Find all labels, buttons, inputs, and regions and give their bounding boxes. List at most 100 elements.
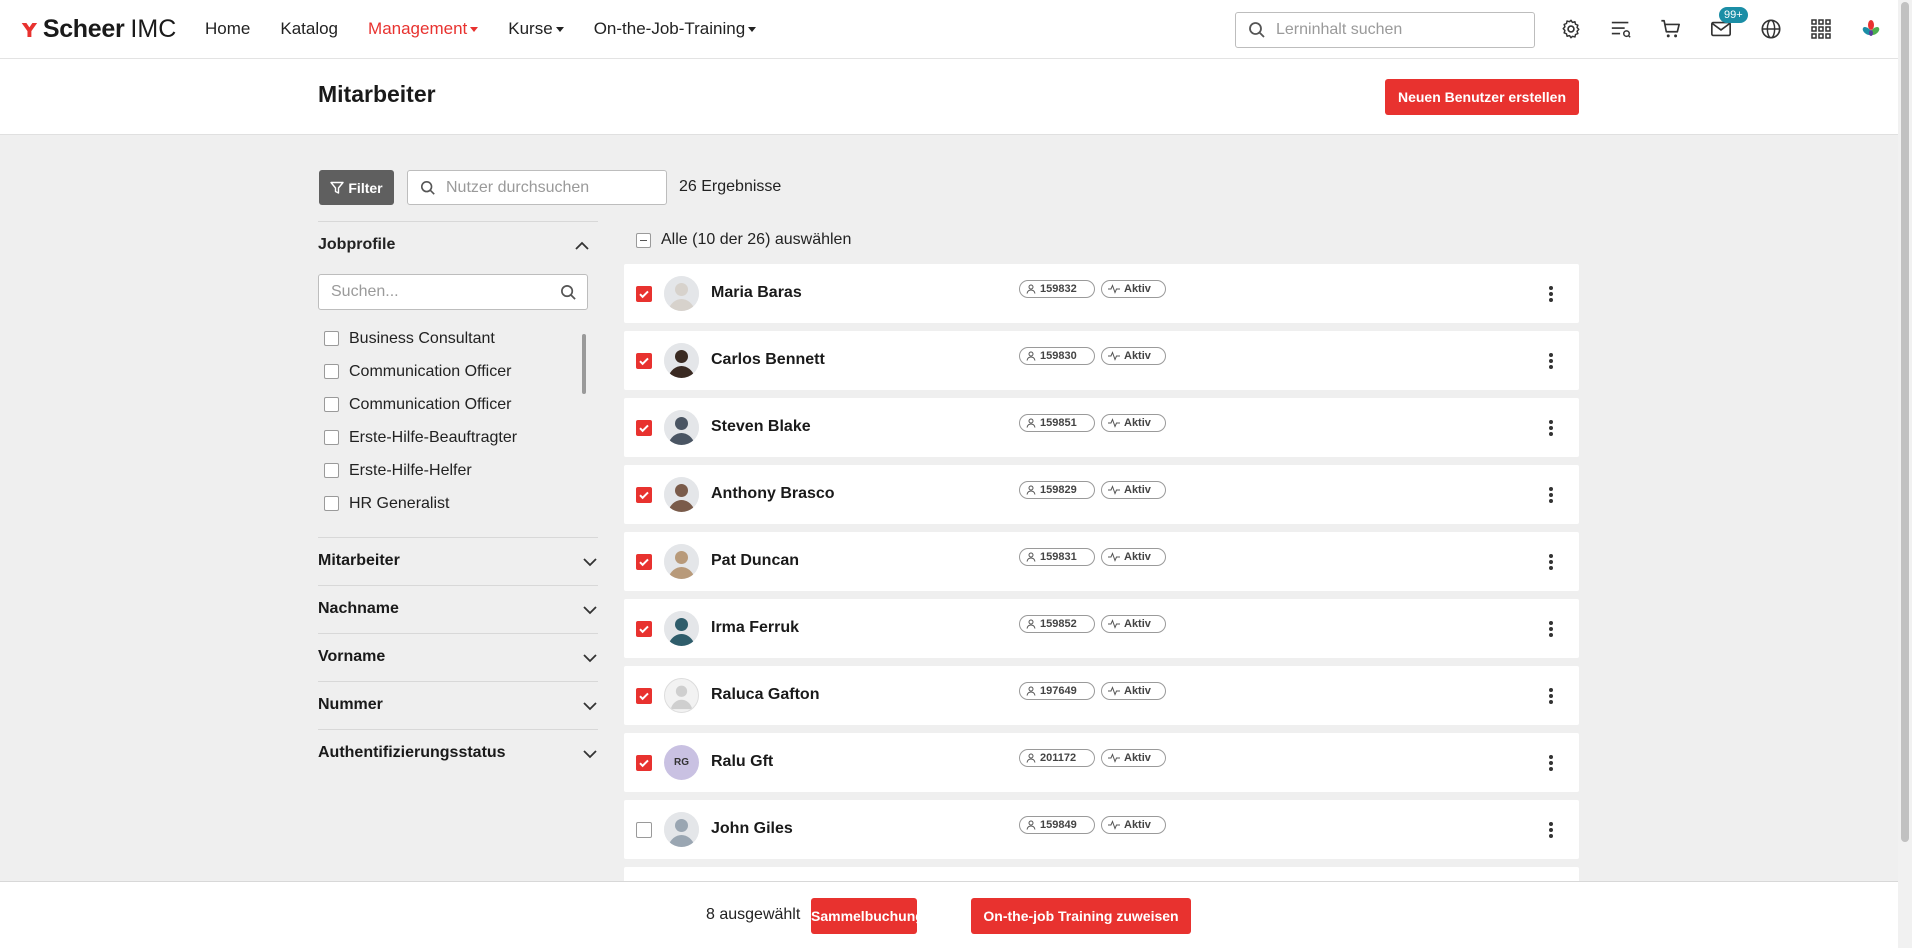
chevron-up-icon[interactable] [574,238,590,254]
chevron-down-icon[interactable] [582,650,598,666]
filter-section-mitarbeiter[interactable]: Mitarbeiter [318,537,598,585]
more-options-icon[interactable] [1541,686,1561,706]
more-options-icon[interactable] [1541,820,1561,840]
user-row[interactable]: Steven Blake 159851 Aktiv [624,398,1579,457]
playlist-icon[interactable] [1609,17,1633,41]
user-name[interactable]: Anthony Brasco [711,485,835,503]
filter-section-vorname[interactable]: Vorname [318,633,598,681]
avatar[interactable] [664,544,699,579]
avatar[interactable] [664,611,699,646]
more-options-icon[interactable] [1541,418,1561,438]
chevron-down-icon[interactable] [582,554,598,570]
jobprofile-search[interactable] [318,274,588,310]
bulk-booking-button[interactable]: Sammelbuchung [811,898,924,934]
nav-on-the-job-training[interactable]: On-the-Job-Training [594,19,757,39]
nav-home[interactable]: Home [205,19,250,39]
avatar[interactable] [664,678,699,713]
user-row[interactable]: John Giles 159849 Aktiv [624,800,1579,859]
content-search-input[interactable] [1276,21,1516,39]
profile-logo-icon[interactable] [1859,17,1883,41]
user-name[interactable]: Ralu Gft [711,753,773,771]
avatar[interactable] [664,276,699,311]
more-options-icon[interactable] [1541,485,1561,505]
user-search[interactable] [407,170,667,205]
filter-section-nummer[interactable]: Nummer [318,681,598,729]
avatar[interactable]: RG [664,745,699,780]
user-row[interactable]: Raluca Gafton 197649 Aktiv [624,666,1579,725]
checkbox[interactable] [324,496,339,511]
gear-icon[interactable] [1559,17,1583,41]
filter-section-nachname[interactable]: Nachname [318,585,598,633]
row-checkbox[interactable] [636,286,652,302]
user-name[interactable]: Pat Duncan [711,552,799,570]
user-row[interactable]: Maria Baras 159832 Aktiv [624,264,1579,323]
user-row[interactable]: Anthony Brasco 159829 Aktiv [624,465,1579,524]
list-item[interactable]: Erste-Hilfe-Beauftragter [318,421,588,454]
list-item[interactable]: Business Consultant [318,322,588,355]
brand-logo[interactable]: ʏ Scheer IMC [20,14,176,44]
user-name[interactable]: Raluca Gafton [711,686,819,704]
checkbox[interactable] [324,331,339,346]
filter-section-authentifizierungsstatus[interactable]: Authentifizierungsstatus [318,729,598,777]
filter-button[interactable]: Filter [319,170,394,205]
apps-grid-icon[interactable] [1809,17,1833,41]
select-all[interactable]: Alle (10 der 26) auswählen [636,231,851,249]
nav-kurse[interactable]: Kurse [508,19,564,39]
row-checkbox[interactable] [636,353,652,369]
user-name[interactable]: Steven Blake [711,418,811,436]
row-checkbox[interactable] [636,822,652,838]
user-row[interactable]: RG Ralu Gft 201172 Aktiv [624,733,1579,792]
row-checkbox[interactable] [636,554,652,570]
content-search[interactable] [1235,12,1535,48]
list-item[interactable]: HR Generalist [318,487,588,520]
checkbox[interactable] [324,430,339,445]
user-name[interactable]: Maria Baras [711,284,802,302]
check-icon [639,424,649,433]
row-checkbox[interactable] [636,420,652,436]
page-scrollbar[interactable] [1898,0,1912,948]
checkbox[interactable] [324,364,339,379]
globe-icon[interactable] [1759,17,1783,41]
row-checkbox[interactable] [636,621,652,637]
user-name[interactable]: Irma Ferruk [711,619,799,637]
chevron-down-icon[interactable] [582,698,598,714]
create-user-button[interactable]: Neuen Benutzer erstellen [1385,79,1579,115]
row-checkbox[interactable] [636,755,652,771]
more-options-icon[interactable] [1541,619,1561,639]
checkbox[interactable] [324,397,339,412]
user-id-badge: 159852 [1019,615,1095,633]
checkbox[interactable] [324,463,339,478]
list-item[interactable]: Communication Officer [318,388,588,421]
jobprofile-search-input[interactable] [331,283,560,301]
row-checkbox[interactable] [636,688,652,704]
cart-icon[interactable] [1659,17,1683,41]
more-options-icon[interactable] [1541,753,1561,773]
row-checkbox[interactable] [636,487,652,503]
avatar[interactable] [664,477,699,512]
mail-icon[interactable]: 99+ [1709,7,1748,41]
more-options-icon[interactable] [1541,552,1561,572]
nav-management[interactable]: Management [368,19,479,39]
avatar[interactable] [664,343,699,378]
avatar[interactable] [664,812,699,847]
scrollbar-thumb[interactable] [1901,2,1909,842]
user-row[interactable]: Carlos Bennett 159830 Aktiv [624,331,1579,390]
avatar[interactable] [664,410,699,445]
assign-ojt-button[interactable]: On-the-job Training zuweisen [971,898,1191,934]
chevron-down-icon[interactable] [582,602,598,618]
more-options-icon[interactable] [1541,284,1561,304]
user-id-badge: 159849 [1019,816,1095,834]
user-name[interactable]: Carlos Bennett [711,351,825,369]
more-options-icon[interactable] [1541,351,1561,371]
user-name[interactable]: John Giles [711,820,793,838]
user-row[interactable]: Pat Duncan 159831 Aktiv [624,532,1579,591]
scrollbar-thumb[interactable] [582,334,586,394]
nav-katalog[interactable]: Katalog [280,19,338,39]
select-all-checkbox[interactable] [636,232,651,248]
list-item[interactable]: Erste-Hilfe-Helfer [318,454,588,487]
user-row[interactable]: Irma Ferruk 159852 Aktiv [624,599,1579,658]
user-search-input[interactable] [446,178,656,197]
jobprofile-scrollbar[interactable] [580,322,588,522]
list-item[interactable]: Communication Officer [318,355,588,388]
chevron-down-icon[interactable] [582,746,598,762]
